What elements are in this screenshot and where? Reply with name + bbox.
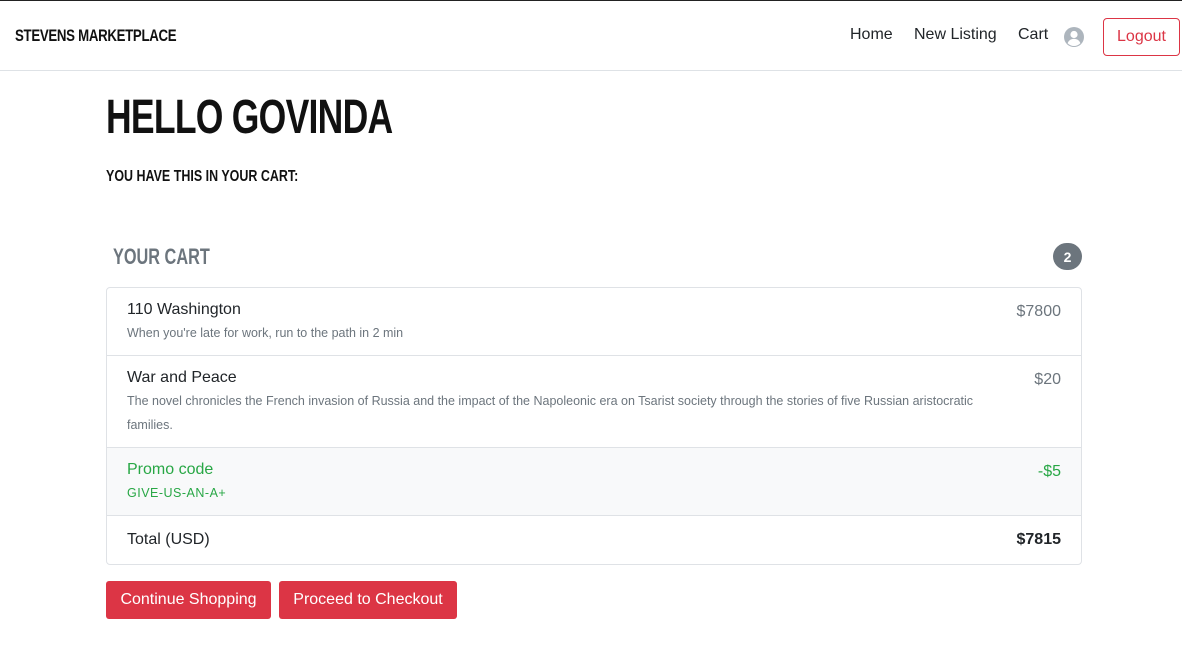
logout-button[interactable]: Logout	[1103, 18, 1180, 56]
cart-intro-text: You have this in your cart:	[106, 168, 299, 185]
promo-code-row: Promo code GIVE-US-AN-A+ -$5	[107, 448, 1081, 516]
nav-link-cart[interactable]: Cart	[1018, 26, 1048, 44]
cart-item-name: War and Peace	[127, 369, 237, 386]
cart-item-description: The novel chronicles the French invasion…	[127, 394, 974, 432]
cart-heading: Your Cart	[113, 244, 210, 269]
cart-item: War and Peace The novel chronicles the F…	[107, 356, 1081, 448]
proceed-to-checkout-button[interactable]: Proceed to Checkout	[279, 581, 457, 619]
total-label: Total (USD)	[127, 531, 210, 548]
cart-item-price: $7800	[1016, 303, 1062, 320]
cart-item-list: 110 Washington When you're late for work…	[106, 287, 1082, 565]
user-circle-icon[interactable]	[1063, 26, 1085, 48]
brand-logo[interactable]: Stevens Marketplace	[15, 26, 177, 46]
cart-total-row: Total (USD) $7815	[107, 516, 1081, 564]
cart-item: 110 Washington When you're late for work…	[107, 288, 1081, 356]
promo-discount-amount: -$5	[1037, 463, 1061, 480]
promo-code-value: GIVE-US-AN-A+	[127, 486, 227, 500]
cart-count-badge: 2	[1053, 243, 1082, 270]
nav-link-new-listing[interactable]: New Listing	[914, 26, 997, 44]
promo-code-label: Promo code	[127, 461, 214, 478]
nav-link-home[interactable]: Home	[850, 26, 893, 44]
continue-shopping-button[interactable]: Continue Shopping	[106, 581, 271, 619]
total-value: $7815	[1016, 531, 1062, 548]
cart-item-price: $20	[1034, 371, 1061, 388]
cart-item-name: 110 Washington	[127, 301, 241, 318]
cart-item-description: When you're late for work, run to the pa…	[127, 326, 404, 340]
page-title: Hello Govinda	[106, 91, 393, 144]
navbar: Stevens Marketplace Home New Listing Car…	[0, 1, 1182, 71]
